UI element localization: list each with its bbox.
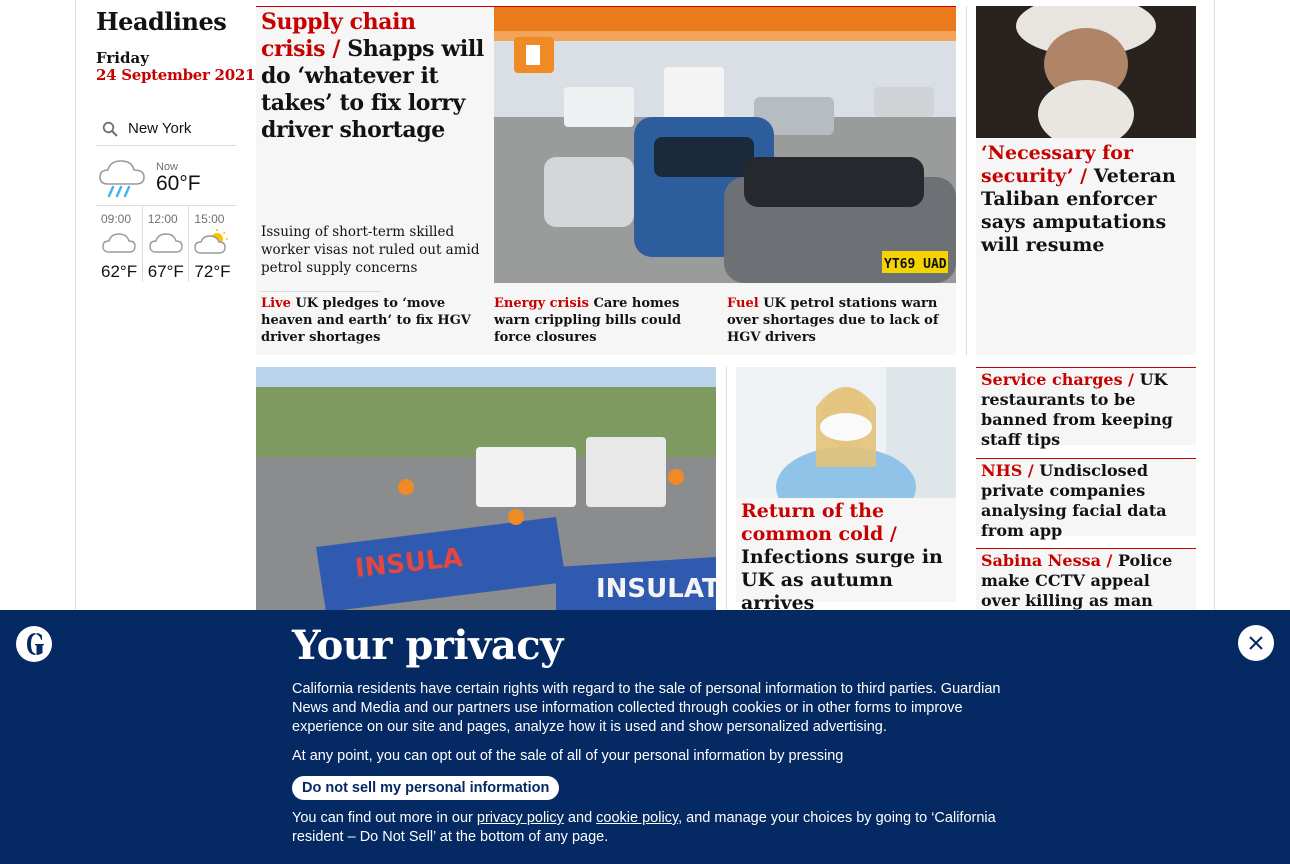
privacy-text: You can find out more in our — [292, 810, 477, 826]
weather-location: New York — [128, 120, 192, 137]
privacy-policy-link[interactable]: privacy policy — [477, 810, 564, 826]
forecast-temp: 62°F — [101, 262, 138, 281]
forecast-item: 15:00 72°F — [189, 206, 236, 282]
weather-now-label: Now — [156, 160, 179, 173]
sun-cloud-icon — [194, 229, 229, 254]
column-divider — [726, 367, 727, 612]
cold-photo — [736, 367, 956, 498]
common-cold-story-card[interactable]: Return of the common cold / Infections s… — [736, 367, 956, 614]
privacy-title: Your privacy — [292, 622, 563, 669]
privacy-paragraph: You can find out more in our privacy pol… — [292, 809, 1007, 847]
guardian-logo-icon — [16, 626, 52, 662]
sublink-text: UK petrol stations warn over shortages d… — [727, 296, 939, 345]
column-divider — [966, 6, 967, 355]
privacy-paragraph: California residents have certain rights… — [292, 681, 1001, 735]
weather-now: Now 60°F — [96, 156, 236, 206]
forecast-temp: 67°F — [147, 262, 184, 281]
petrol-station-queue-image[interactable]: YT69 UAD — [494, 7, 956, 283]
protest-image[interactable]: INSULA INSULAT — [256, 367, 716, 612]
privacy-paragraph: At any point, you can opt out of the sal… — [292, 748, 844, 764]
sublink-fuel[interactable]: Fuel UK petrol stations warn over shorta… — [722, 291, 955, 346]
sublink-text: UK pledges to ‘move heaven and earth’ to… — [261, 296, 471, 345]
forecast-temp: 72°F — [194, 262, 231, 281]
sublink-kicker: Energy crisis — [494, 296, 589, 311]
privacy-banner: Your privacy California residents have c… — [0, 610, 1290, 864]
do-not-sell-button[interactable]: Do not sell my personal information — [292, 776, 560, 800]
close-icon — [1249, 636, 1263, 650]
protest-photo: INSULA INSULAT — [256, 367, 716, 612]
cookie-policy-link[interactable]: cookie policy — [596, 810, 678, 826]
cloud-icon — [149, 233, 183, 253]
stack-kicker: Sabina Nessa / — [981, 551, 1113, 570]
lead-story-card[interactable]: Supply chain crisis / Shapps will do ‘wh… — [256, 6, 956, 355]
nhs-story-card[interactable]: NHS / Undisclosed private companies anal… — [976, 458, 1196, 540]
weather-now-info: Now 60°F — [156, 161, 201, 195]
sidebar: Headlines Friday 24 September 2021 New Y… — [96, 0, 256, 282]
lead-standfirst: Issuing of short-term skilled worker vis… — [261, 224, 480, 276]
svg-text:INSULAT: INSULAT — [596, 574, 716, 604]
sublink-kicker: Fuel — [727, 296, 759, 311]
cloud-icon — [102, 233, 136, 253]
stack-kicker: NHS / — [981, 461, 1034, 480]
weather-now-temp: 60°F — [156, 171, 201, 195]
sabina-nessa-story-card[interactable]: Sabina Nessa / Police make CCTV appeal o… — [976, 548, 1196, 630]
sublink-energy-crisis[interactable]: Energy crisis Care homes warn crippling … — [489, 291, 722, 346]
lead-headline[interactable]: Supply chain crisis / Shapps will do ‘wh… — [261, 9, 486, 144]
weather-widget: New York Now 60°F 09:00 62°F 12:00 67°F … — [96, 120, 236, 282]
weather-forecast: 09:00 62°F 12:00 67°F 15:00 72°F — [96, 206, 236, 282]
date-full: 24 September 2021 — [96, 66, 256, 84]
taliban-story-card[interactable]: ‘Necessary for security’ / Veteran Talib… — [976, 6, 1196, 355]
common-cold-kicker: Return of the common cold / — [741, 500, 897, 545]
forecast-time: 12:00 — [147, 212, 178, 226]
common-cold-headline[interactable]: Return of the common cold / Infections s… — [736, 498, 956, 617]
close-button[interactable] — [1238, 625, 1274, 661]
svg-text:YT69 UAD: YT69 UAD — [884, 257, 947, 272]
portrait-photo — [976, 6, 1196, 138]
taliban-headline[interactable]: ‘Necessary for security’ / Veteran Talib… — [976, 138, 1196, 261]
taliban-enforcer-portrait[interactable] — [976, 6, 1196, 138]
petrol-station-photo: YT69 UAD — [494, 7, 956, 283]
forecast-item: 12:00 67°F — [143, 206, 190, 282]
forecast-time: 09:00 — [101, 212, 132, 226]
divider — [261, 291, 381, 292]
lead-headline-block[interactable]: Supply chain crisis / Shapps will do ‘wh… — [261, 9, 486, 144]
lead-sublinks: Live UK pledges to ‘move heaven and eart… — [256, 291, 956, 346]
rain-cloud-icon — [99, 159, 145, 197]
sublink-live[interactable]: Live UK pledges to ‘move heaven and eart… — [256, 291, 489, 346]
forecast-item: 09:00 62°F — [96, 206, 143, 282]
forecast-time: 15:00 — [194, 212, 225, 226]
stack-kicker: Service charges / — [981, 370, 1134, 389]
date-day: Friday — [96, 49, 149, 67]
section-title: Headlines — [96, 7, 227, 36]
service-charges-story-card[interactable]: Service charges / UK restaurants to be b… — [976, 367, 1196, 449]
privacy-body: California residents have certain rights… — [292, 680, 1007, 857]
weather-location-search[interactable]: New York — [96, 120, 236, 146]
privacy-text: and — [563, 810, 597, 826]
common-cold-headline-text: Infections surge in UK as autumn arrives — [741, 546, 943, 614]
sublink-kicker: Live — [261, 296, 291, 311]
woman-sneezing-image[interactable] — [736, 367, 956, 498]
search-icon — [102, 121, 118, 137]
